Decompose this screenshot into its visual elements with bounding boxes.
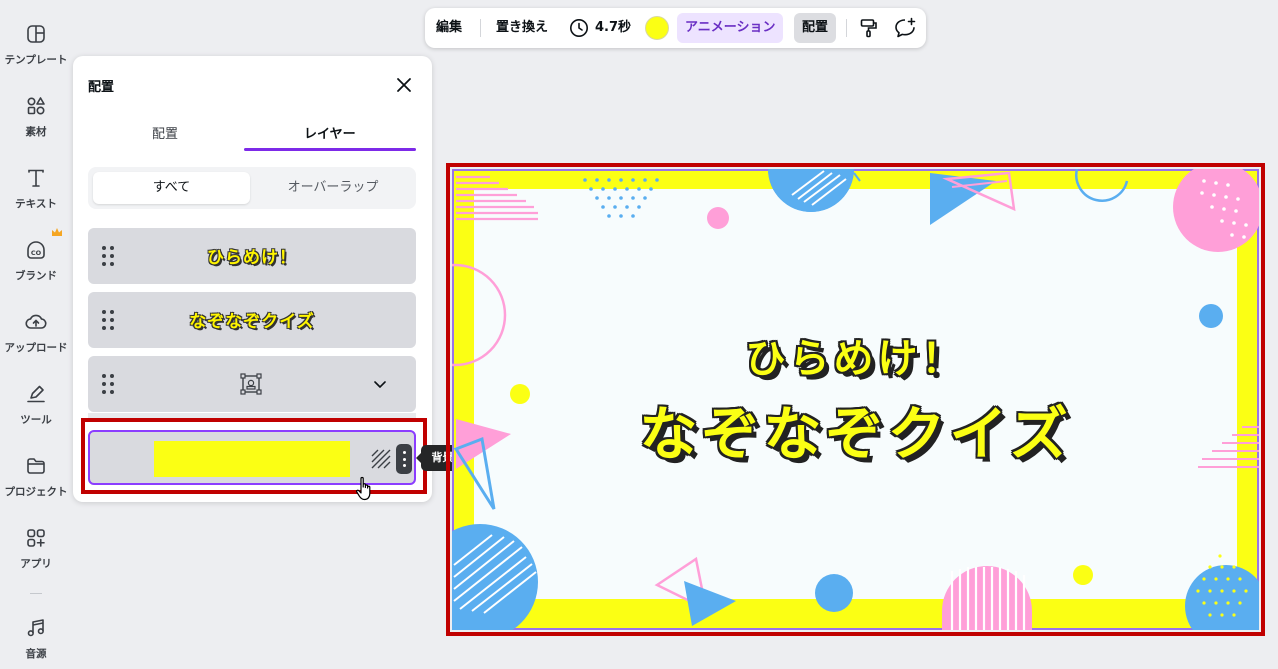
drag-handle-icon[interactable] [100,373,116,395]
layer-filter-segment: すべて オーバーラップ [88,167,416,209]
sidebar-item-tools[interactable]: ツール [0,382,72,444]
sidebar-item-apps[interactable]: アプリ [0,526,72,588]
canvas-heading-small[interactable]: ひらめけ！ [452,326,1259,384]
sidebar-item-text[interactable]: テキスト [0,166,72,228]
highlight-box-layer [81,418,427,494]
sidebar-item-label: プロジェクト [4,486,68,498]
duration-label: 4.7秒 [595,20,632,35]
sidebar-item-label: アップロード [4,342,68,354]
animation-button[interactable]: アニメーション [677,13,784,43]
clock-icon [570,19,588,37]
filter-all-button[interactable]: すべて [93,172,250,204]
replace-button[interactable]: 置き換え [496,13,548,43]
active-tab-indicator [244,148,416,151]
color-swatch-button[interactable] [645,16,669,40]
sidebar-item-label: 音源 [25,648,47,660]
sidebar-item-brand[interactable]: CO ブランド [0,238,72,300]
arrange-button[interactable]: 配置 [794,13,837,43]
draw-tool-icon [27,385,45,403]
sidebar-item-label: テンプレート [4,54,68,66]
hand-pointer-icon [356,476,371,501]
tab-layers[interactable]: レイヤー [304,123,356,142]
context-toolbar: 編集 置き換え 4.7秒 アニメーション 配置 [425,8,926,48]
sidebar-item-elements[interactable]: 素材 [0,94,72,156]
add-comment-icon[interactable] [893,17,917,39]
text-icon [28,169,44,187]
template-icon [27,25,45,43]
panel-title: 配置 [88,80,115,95]
sidebar-item-label: アプリ [20,558,52,570]
design-canvas[interactable]: ひらめけ！ なぞなぞクイズ [452,169,1259,630]
music-icon [27,619,44,637]
folder-icon [27,458,45,474]
sidebar-divider [30,593,42,594]
left-sidebar: テンプレート 素材 テキスト CO ブランド アップロード ツール プロジェクト… [0,0,72,669]
crown-icon [52,228,62,236]
sidebar-item-label: 素材 [25,126,47,138]
tab-arrange[interactable]: 配置 [152,123,178,142]
sidebar-item-label: テキスト [15,198,57,210]
layer-item[interactable]: ひらめけ！ [88,228,416,284]
filter-overlap-button[interactable]: オーバーラップ [258,172,408,204]
layer-item[interactable]: なぞなぞクイズ [88,292,416,348]
canvas-heading-large[interactable]: なぞなぞクイズ [452,387,1259,471]
chevron-down-icon[interactable] [372,376,388,392]
edit-button[interactable]: 編集 [436,13,462,43]
sidebar-item-uploads[interactable]: アップロード [0,310,72,372]
apps-icon [27,529,45,547]
close-icon[interactable] [392,73,416,97]
sidebar-item-templates[interactable]: テンプレート [0,22,72,84]
sidebar-item-projects[interactable]: プロジェクト [0,454,72,516]
brand-icon: CO [27,241,45,259]
toolbar-divider [846,19,847,37]
sidebar-item-audio[interactable]: 音源 [0,616,72,669]
svg-text:CO: CO [31,249,42,257]
layer-preview-text: なぞなぞクイズ [189,312,315,332]
elements-icon [27,97,45,115]
layer-preview-text: ひらめけ！ [207,248,297,268]
layer-item-group[interactable] [88,356,416,412]
toolbar-divider [480,19,481,37]
upload-icon [25,314,47,329]
paint-roller-icon[interactable] [858,17,880,39]
group-icon [240,373,262,395]
sidebar-item-label: ブランド [15,270,57,282]
duration-button[interactable]: 4.7秒 [569,13,631,43]
sidebar-item-label: ツール [20,414,52,426]
